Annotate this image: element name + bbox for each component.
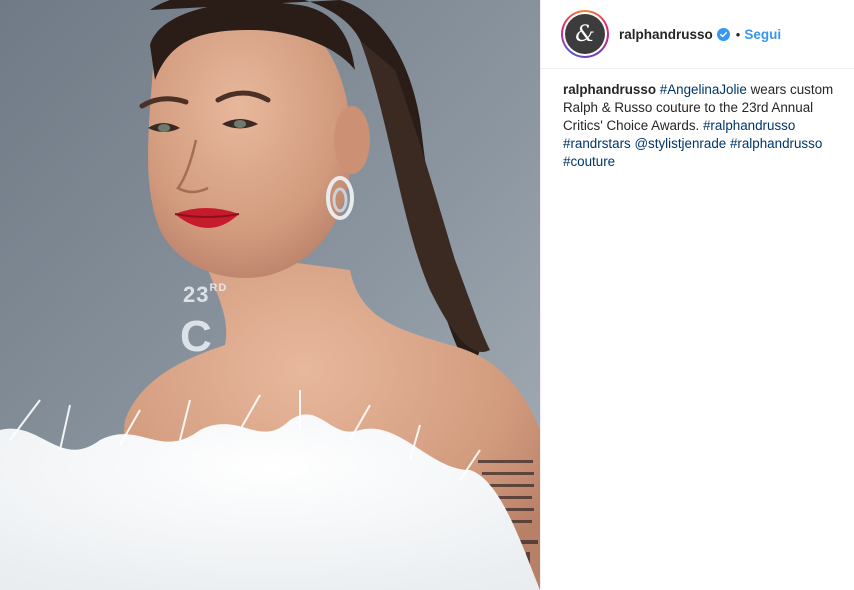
post-header: & ralphandrusso • Segui <box>541 0 854 69</box>
hashtag-ralphandrusso-2[interactable]: #ralphandrusso <box>730 136 822 151</box>
instagram-post: 23RD C & ralphandrusso • Segui ralphandr… <box>0 0 854 590</box>
hashtag-randrstars[interactable]: #randrstars <box>563 136 631 151</box>
caption-author[interactable]: ralphandrusso <box>563 82 656 97</box>
verified-badge-icon <box>716 27 730 41</box>
post-caption: ralphandrusso #AngelinaJolie wears custo… <box>541 69 854 171</box>
avatar[interactable]: & <box>565 14 605 54</box>
follow-button[interactable]: Segui <box>744 27 781 42</box>
backdrop-event-number: 23RD <box>183 282 228 307</box>
post-side-panel: & ralphandrusso • Segui ralphandrusso #A… <box>540 0 854 590</box>
backdrop-event-letter: C <box>180 312 212 361</box>
mention-stylistjenrade[interactable]: @stylistjenrade <box>634 136 726 151</box>
hashtag-angelinajolie[interactable]: #AngelinaJolie <box>660 82 747 97</box>
post-photo[interactable]: 23RD C <box>0 0 540 590</box>
story-ring[interactable]: & <box>561 10 609 58</box>
separator-dot: • <box>735 26 741 42</box>
hashtag-couture[interactable]: #couture <box>563 154 615 169</box>
photo-illustration <box>0 0 540 590</box>
header-username[interactable]: ralphandrusso <box>619 27 713 42</box>
hashtag-ralphandrusso[interactable]: #ralphandrusso <box>703 118 795 133</box>
